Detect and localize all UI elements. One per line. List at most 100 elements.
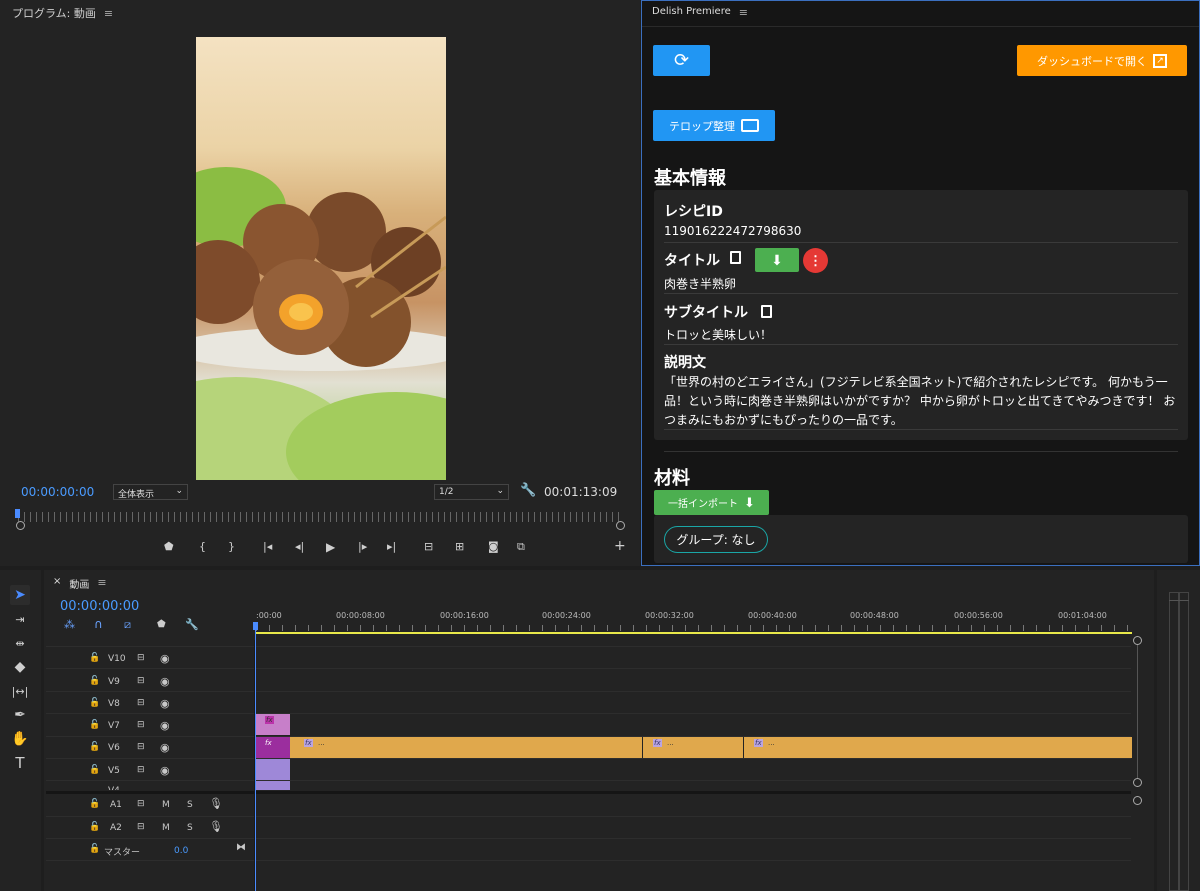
microphone-icon[interactable]: 🎙 [209,820,223,833]
eye-icon[interactable]: ◉ [160,675,170,688]
bulk-import-button[interactable]: 一括インポート ⬇ [654,490,769,515]
program-timecode[interactable]: 00:00:00:00 [21,485,94,499]
solo-button[interactable]: S [187,823,193,833]
sync-icon[interactable]: ⊟ [137,698,145,708]
playhead-marker[interactable] [15,509,20,518]
step-back-icon[interactable]: ◂| [295,540,304,553]
eye-icon[interactable]: ◉ [160,652,170,665]
ripple-edit-tool-icon[interactable]: ⇹ [10,633,30,653]
solo-button[interactable]: S [187,800,193,810]
eye-icon[interactable]: ◉ [160,764,170,777]
step-forward-icon[interactable]: |▸ [358,540,367,553]
add-marker-icon[interactable]: ⬟ [157,619,166,630]
zoom-select[interactable]: 全体表示 ⌄ [113,484,188,500]
copy-icon[interactable] [761,305,772,318]
eye-icon[interactable]: ◉ [160,719,170,732]
title-download-button[interactable]: ⬇ [755,248,799,272]
mute-button[interactable]: M [162,823,170,833]
track-label[interactable]: V7 [108,721,120,731]
mute-button[interactable]: M [162,800,170,810]
timeline-playhead[interactable] [255,622,256,891]
clip-v6-orange-1[interactable]: fx ... [290,737,642,758]
settings-wrench-icon[interactable]: 🔧 [185,618,199,631]
track-label[interactable]: A2 [110,823,122,833]
open-dashboard-button[interactable]: ダッシュボードで開く ↗ [1017,45,1187,76]
group-chip[interactable]: グループ: なし [664,526,768,553]
lock-icon[interactable]: 🔓 [89,676,100,686]
camera-icon[interactable]: ◙ [488,540,499,553]
clip-v6-orange-3[interactable]: fx ... [744,737,1132,758]
a-scroll-handle[interactable] [1133,796,1142,805]
program-monitor-tab[interactable]: プログラム: 動画 ≡ [0,0,113,26]
lock-icon[interactable]: 🔓 [89,698,100,708]
resolution-select[interactable]: 1/2 ⌄ [434,484,509,500]
refresh-button[interactable]: ⟳ [653,45,710,76]
track-label[interactable]: V9 [108,677,120,687]
track-label[interactable]: V4 [108,786,120,790]
clip-v6-orange-2[interactable]: fx ... [643,737,743,758]
lock-icon[interactable]: 🔓 [89,844,100,854]
play-icon[interactable]: ▶ [326,540,335,554]
lift-icon[interactable]: ⊟ [424,540,433,553]
track-label[interactable]: V8 [108,699,120,709]
timeline-tab[interactable]: × 動画 ≡ [53,576,107,591]
lock-icon[interactable]: 🔓 [89,765,100,775]
track-select-tool-icon[interactable]: ⇥ [10,609,30,629]
scroll-handle-right[interactable] [616,521,625,530]
lock-icon[interactable]: 🔓 [89,653,100,663]
lock-icon[interactable]: 🔓 [89,742,100,752]
eye-icon[interactable]: ◉ [160,741,170,754]
sync-icon[interactable]: ⊟ [137,653,145,663]
sync-icon[interactable]: ⊟ [137,765,145,775]
copy-icon[interactable] [730,251,741,264]
sync-icon[interactable]: ⊟ [137,676,145,686]
delish-menu-icon[interactable]: ≡ [739,6,748,19]
close-icon[interactable]: × [53,576,61,591]
slip-tool-icon[interactable]: |↔| [10,681,30,701]
program-menu-icon[interactable]: ≡ [104,7,113,20]
nest-icon[interactable]: ⁂ [64,618,75,631]
work-area-bar[interactable] [256,632,1132,634]
marker-icon[interactable]: ⬟ [164,540,174,553]
compare-icon[interactable]: ⧉ [517,540,525,554]
lock-icon[interactable]: 🔓 [89,822,100,832]
playhead-handle[interactable] [253,622,258,630]
track-label[interactable]: V6 [108,743,120,753]
clip-v6-pink[interactable]: fx [256,737,290,758]
sync-icon[interactable]: ⊟ [137,799,145,809]
timeline-menu-icon[interactable]: ≡ [97,576,106,591]
type-tool-icon[interactable]: T [10,753,30,773]
clip-v5[interactable] [256,759,290,780]
selection-tool-icon[interactable]: ➤ [10,585,30,605]
snap-icon[interactable]: ∩ [94,617,103,631]
title-more-button[interactable]: ⋮ [803,248,828,273]
master-volume[interactable]: 0.0 [174,846,188,856]
go-to-out-icon[interactable]: ▸| [387,540,396,553]
go-to-in-icon[interactable]: |◂ [263,540,272,553]
lock-icon[interactable]: 🔓 [89,799,100,809]
razor-tool-icon[interactable]: ◆ [10,657,30,677]
clip-v7[interactable]: fx [256,714,290,735]
track-label[interactable]: V5 [108,766,120,776]
mark-out-icon[interactable]: } [228,540,235,553]
sync-icon[interactable]: ⊟ [137,822,145,832]
microphone-icon[interactable]: 🎙 [209,797,223,810]
mark-in-icon[interactable]: { [199,540,206,553]
timeline-timecode[interactable]: 00:00:00:00 [60,599,139,614]
bowtie-icon[interactable]: ⧓ [236,842,246,853]
v-scroll-track[interactable] [1137,645,1138,778]
telop-organize-button[interactable]: テロップ整理 [653,110,775,141]
scroll-handle-left[interactable] [16,521,25,530]
extract-icon[interactable]: ⊞ [455,540,464,553]
v-scroll-handle[interactable] [1133,636,1142,645]
clip-v4[interactable] [256,781,290,790]
scrub-ruler[interactable] [18,512,623,522]
sync-icon[interactable]: ⊟ [137,720,145,730]
delish-tab[interactable]: Delish Premiere ≡ [652,6,748,19]
hand-tool-icon[interactable]: ✋ [10,729,30,749]
track-label[interactable]: A1 [110,800,122,810]
eye-icon[interactable]: ◉ [160,697,170,710]
track-label[interactable]: V10 [108,654,126,664]
lock-icon[interactable]: 🔓 [89,720,100,730]
v-scroll-handle[interactable] [1133,778,1142,787]
